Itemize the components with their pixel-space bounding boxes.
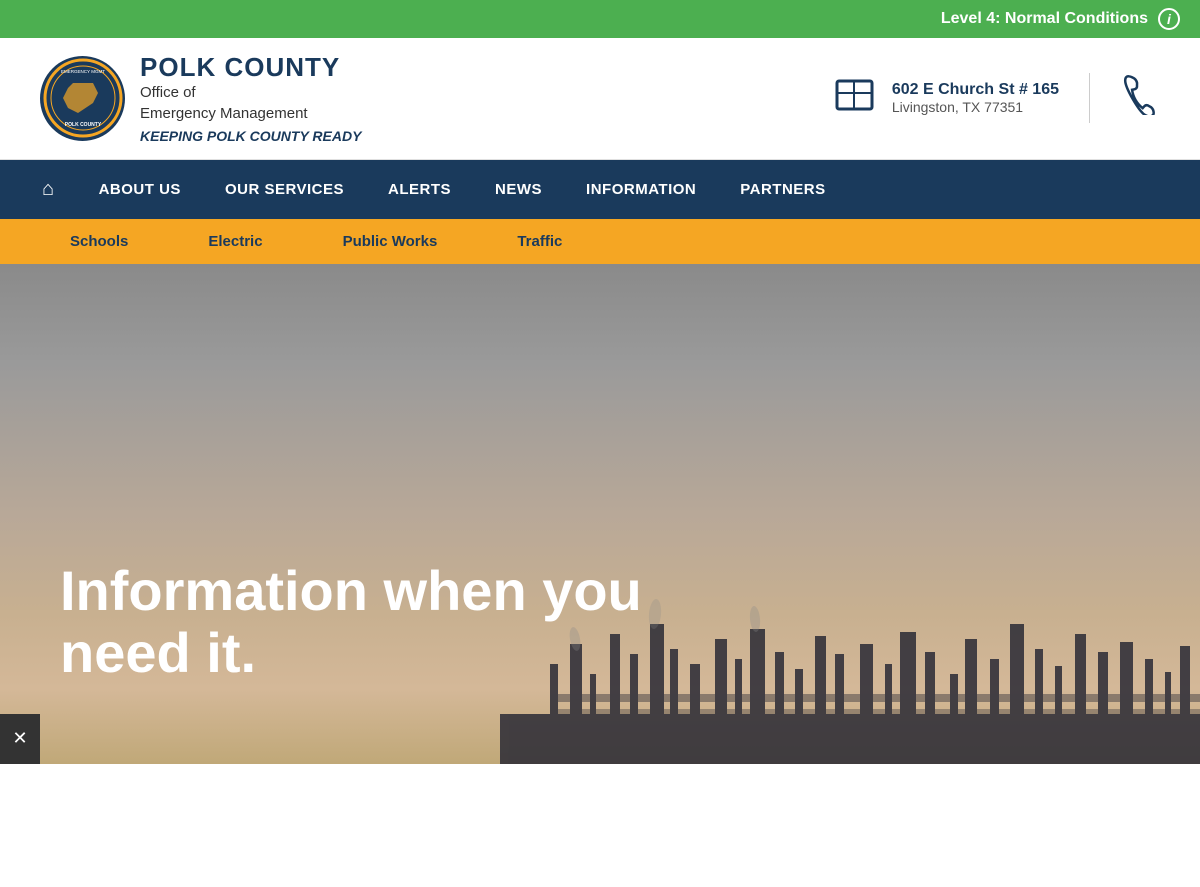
subnav-electric[interactable]: Electric <box>168 219 302 264</box>
map-icon <box>832 73 877 123</box>
address-text: 602 E Church St # 165 Livingston, TX 773… <box>892 81 1059 115</box>
org-tagline: KEEPING POLK COUNTY READY <box>140 128 361 144</box>
logo-text: POLK COUNTY Office of Emergency Manageme… <box>140 53 361 144</box>
svg-text:EMERGENCY MGMT: EMERGENCY MGMT <box>61 69 105 74</box>
hero-text: Information when you need it. <box>60 560 642 683</box>
nav-home[interactable]: ⌂ <box>20 160 77 219</box>
subnav-public-works[interactable]: Public Works <box>303 219 478 264</box>
sub-nav: Schools Electric Public Works Traffic <box>0 219 1200 264</box>
nav-news[interactable]: NEWS <box>473 163 564 216</box>
header: POLK COUNTY EMERGENCY MGMT POLK COUNTY O… <box>0 38 1200 160</box>
hero-heading-line1: Information when you <box>60 559 642 622</box>
alert-text: Level 4: Normal Conditions <box>941 10 1148 28</box>
nav-information[interactable]: INFORMATION <box>564 163 718 216</box>
address-line2: Livingston, TX 77351 <box>892 99 1059 115</box>
hero-section: Information when you need it. ✕ <box>0 264 1200 764</box>
home-icon: ⌂ <box>42 178 55 200</box>
header-right: 602 E Church St # 165 Livingston, TX 773… <box>832 73 1160 123</box>
info-icon[interactable]: i <box>1158 8 1180 30</box>
alert-bar: Level 4: Normal Conditions i <box>0 0 1200 38</box>
address-area: 602 E Church St # 165 Livingston, TX 773… <box>832 73 1059 123</box>
hero-heading-line2: need it. <box>60 621 256 684</box>
logo-area: POLK COUNTY EMERGENCY MGMT POLK COUNTY O… <box>40 53 361 144</box>
logo-seal: POLK COUNTY EMERGENCY MGMT <box>40 56 125 141</box>
subnav-schools[interactable]: Schools <box>30 219 168 264</box>
main-nav: ⌂ ABOUT US OUR SERVICES ALERTS NEWS INFO… <box>0 160 1200 219</box>
org-name: POLK COUNTY <box>140 53 361 82</box>
svg-text:POLK COUNTY: POLK COUNTY <box>64 122 101 128</box>
address-line1: 602 E Church St # 165 <box>892 81 1059 99</box>
subnav-traffic[interactable]: Traffic <box>477 219 602 264</box>
header-divider <box>1089 73 1090 123</box>
nav-alerts[interactable]: ALERTS <box>366 163 473 216</box>
nav-about[interactable]: ABOUT US <box>77 163 203 216</box>
org-subtitle: Office of Emergency Management <box>140 82 361 124</box>
nav-partners[interactable]: PARTNERS <box>718 163 847 216</box>
phone-icon[interactable] <box>1120 75 1160 122</box>
bottom-bar-element: ✕ <box>0 714 40 764</box>
nav-services[interactable]: OUR SERVICES <box>203 163 366 216</box>
